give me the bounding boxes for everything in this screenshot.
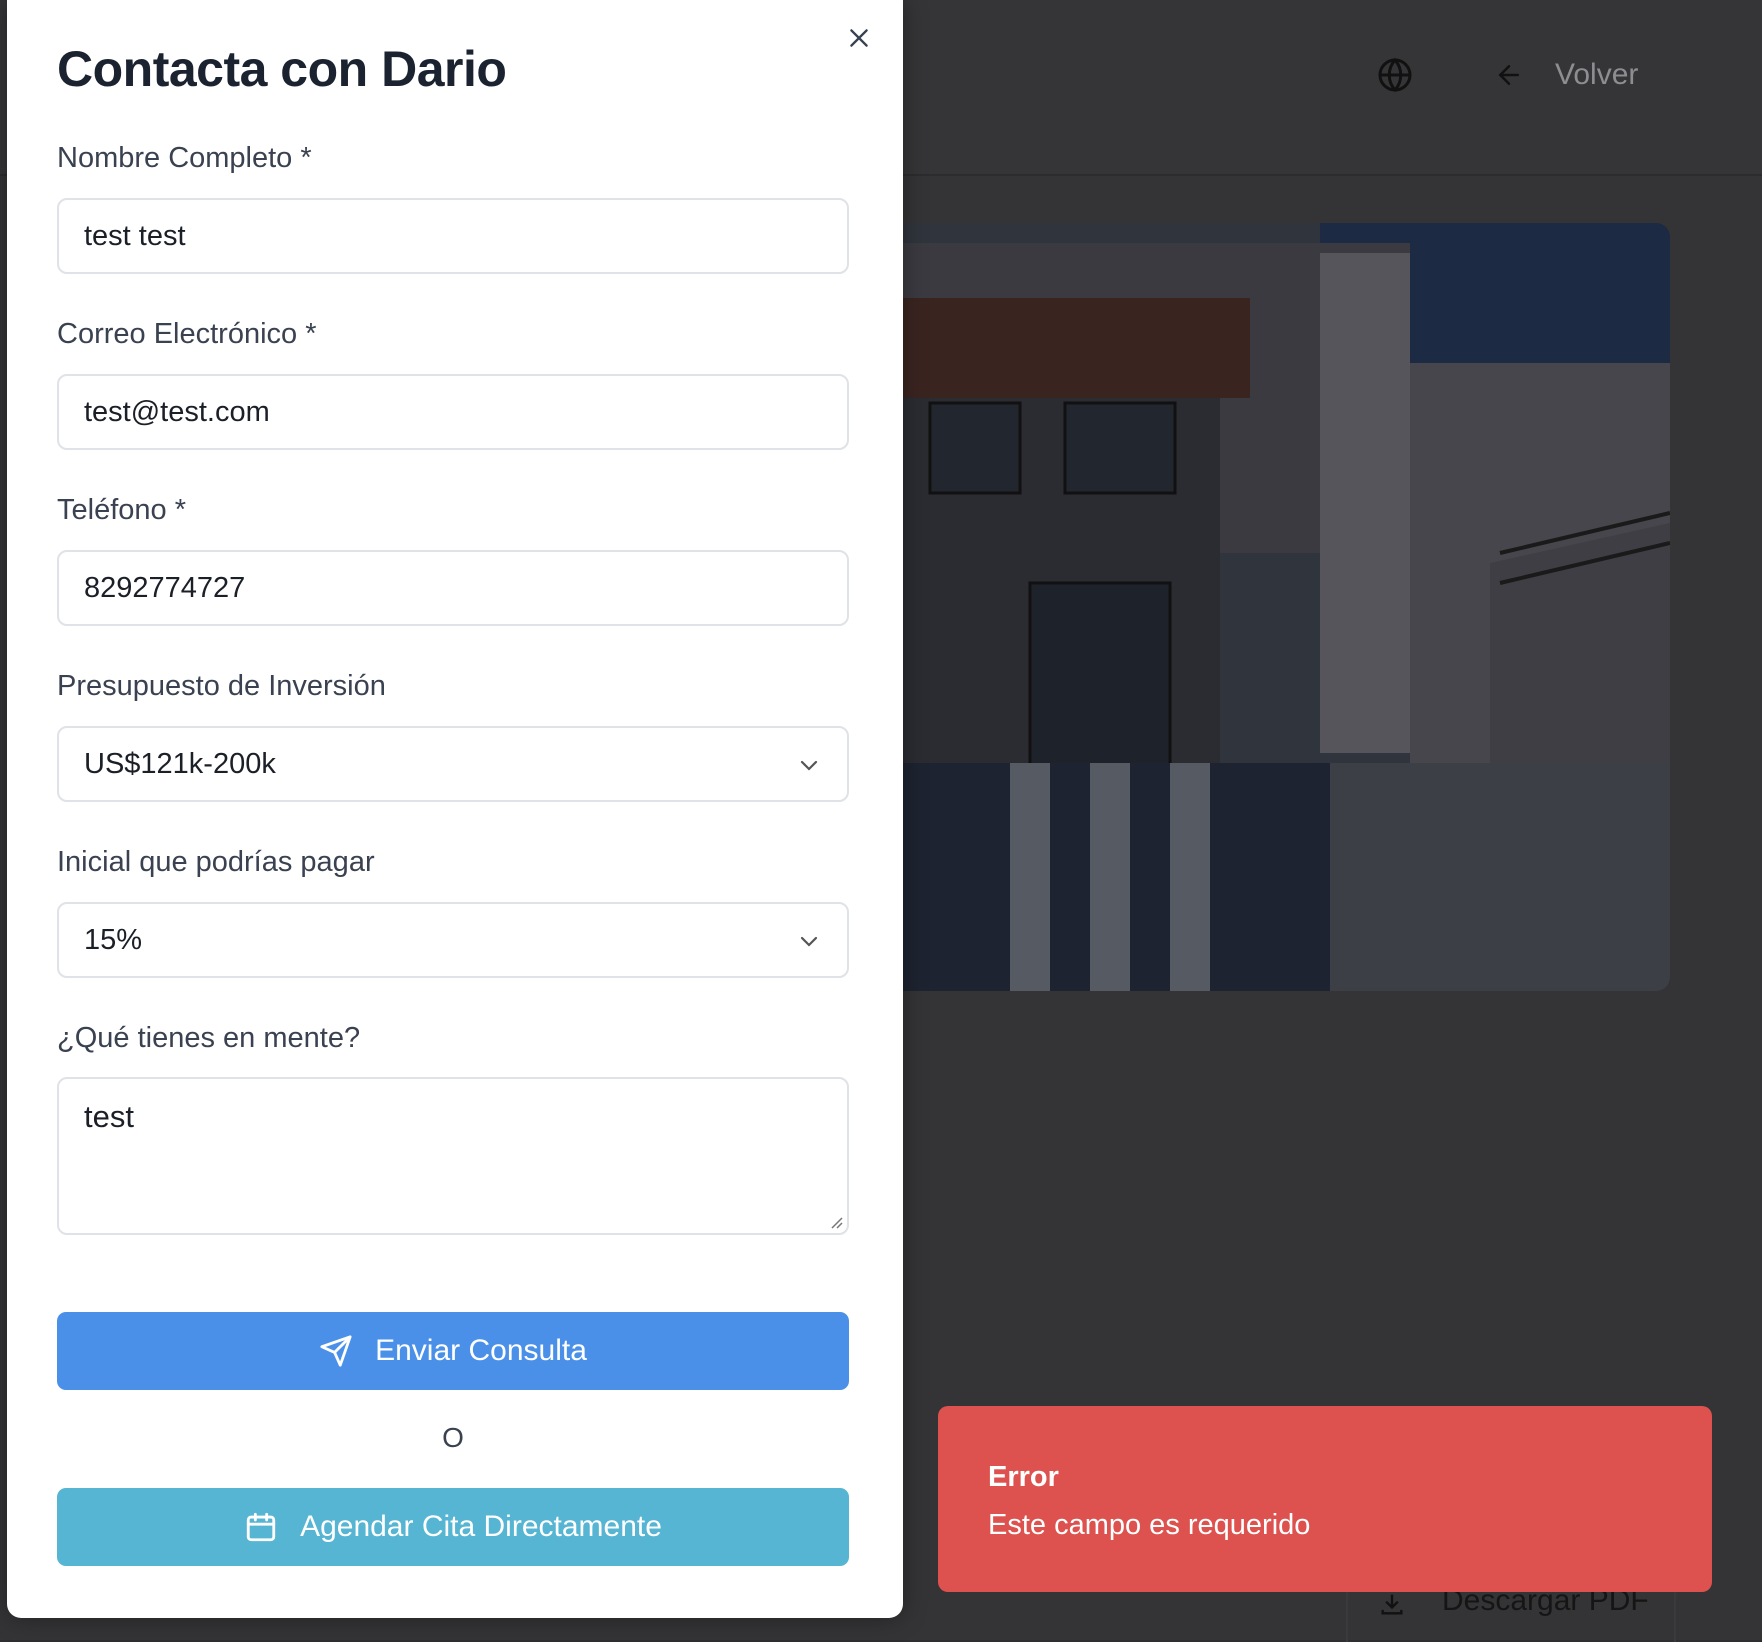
back-button[interactable]: Volver bbox=[1555, 58, 1638, 92]
chevron-down-icon bbox=[800, 936, 818, 947]
name-label: Nombre Completo * bbox=[57, 142, 312, 174]
send-button[interactable]: Enviar Consulta bbox=[57, 1312, 849, 1390]
phone-label: Teléfono * bbox=[57, 494, 186, 526]
down-payment-select[interactable]: 15% bbox=[57, 902, 849, 978]
modal-title: Contacta con Dario bbox=[57, 41, 507, 97]
schedule-button[interactable]: Agendar Cita Directamente bbox=[57, 1488, 849, 1566]
send-button-label: Enviar Consulta bbox=[375, 1334, 587, 1367]
down-payment-select-value: 15% bbox=[84, 923, 143, 956]
chevron-down-icon bbox=[800, 760, 818, 771]
message-value: test bbox=[84, 1099, 134, 1134]
arrow-left-icon[interactable] bbox=[1494, 60, 1524, 90]
phone-input[interactable]: 8292774727 bbox=[57, 550, 849, 626]
calendar-icon bbox=[246, 1512, 276, 1542]
error-toast[interactable]: Error Este campo es requerido bbox=[938, 1406, 1712, 1592]
or-separator: O bbox=[442, 1422, 464, 1453]
close-icon[interactable] bbox=[841, 20, 877, 56]
send-icon bbox=[320, 1335, 352, 1367]
property-image bbox=[890, 223, 1670, 991]
message-label: ¿Qué tienes en mente? bbox=[57, 1022, 361, 1054]
toast-message: Este campo es requerido bbox=[988, 1509, 1311, 1541]
budget-select-value: US$121k-200k bbox=[84, 747, 276, 780]
toast-title: Error bbox=[988, 1461, 1059, 1493]
resize-grip-icon[interactable] bbox=[827, 1213, 843, 1229]
download-icon bbox=[1378, 1590, 1406, 1618]
schedule-button-label: Agendar Cita Directamente bbox=[300, 1510, 662, 1543]
budget-select[interactable]: US$121k-200k bbox=[57, 726, 849, 802]
down-payment-label: Inicial que podrías pagar bbox=[57, 846, 375, 878]
budget-label: Presupuesto de Inversión bbox=[57, 670, 386, 702]
email-label: Correo Electrónico * bbox=[57, 318, 317, 350]
email-input[interactable]: test@test.com bbox=[57, 374, 849, 450]
name-input[interactable]: test test bbox=[57, 198, 849, 274]
contact-modal: Contacta con Dario Nombre Completo * tes… bbox=[7, 0, 903, 1618]
message-textarea[interactable]: test bbox=[57, 1077, 849, 1235]
globe-icon[interactable] bbox=[1377, 57, 1413, 93]
